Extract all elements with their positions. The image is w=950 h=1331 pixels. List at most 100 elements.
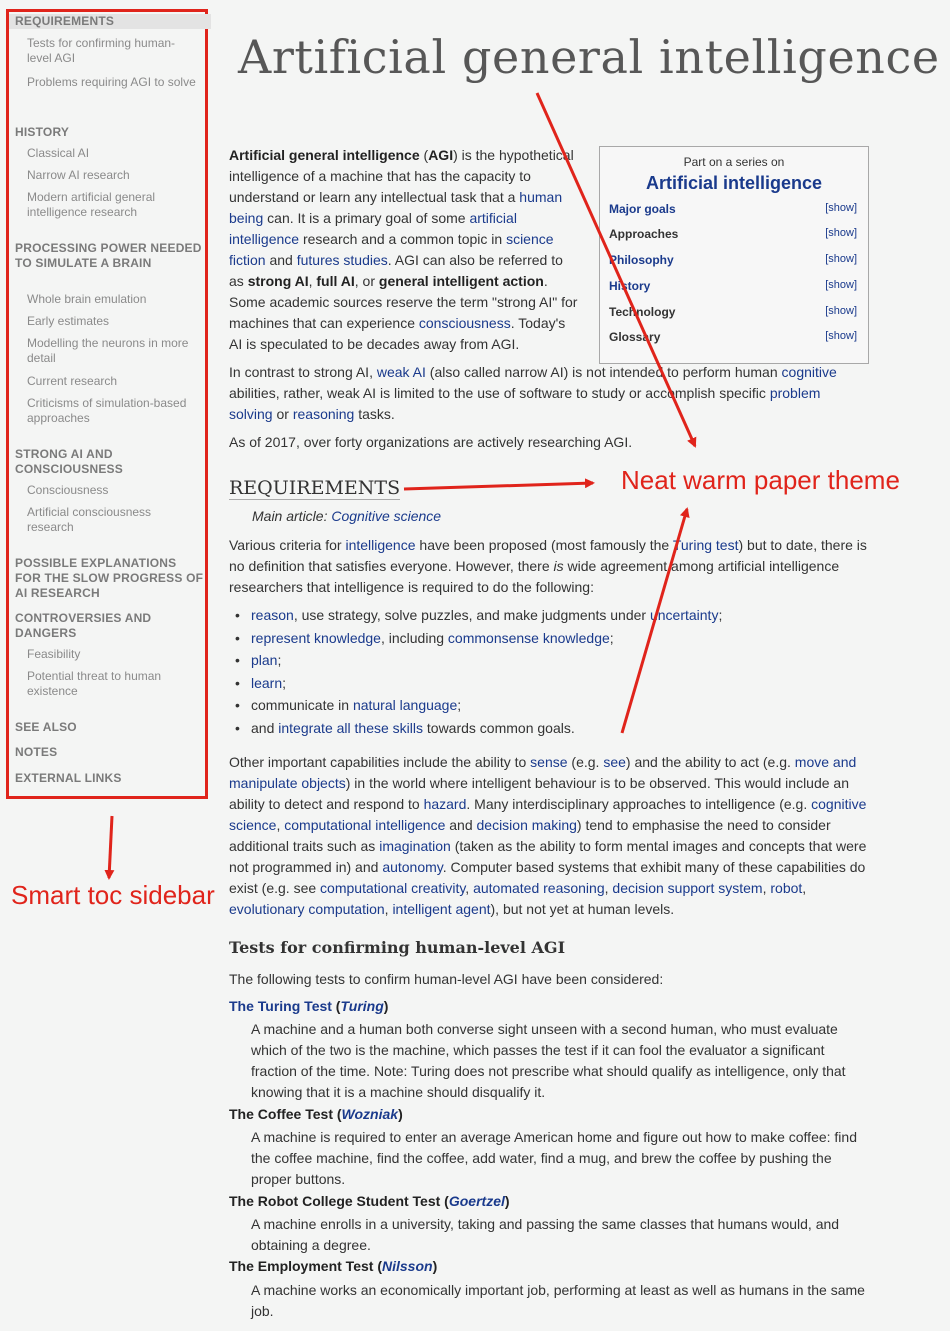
requirement-link[interactable]: reason [251,607,294,623]
link-sense[interactable]: sense [530,754,567,770]
paren: ( [440,1193,449,1209]
requirement-text: towards common goals. [423,719,575,736]
link-cognitive-science[interactable]: Cognitive science [331,508,441,524]
toc-subsection-tests-for-confirming-human-level-agi[interactable]: Tests for confirming human-level AGI [9,36,205,66]
link-artificial-intelligence[interactable]: artificial intelligence [229,210,517,247]
paren: ) [504,1193,510,1209]
requirement-text: ; [718,607,723,623]
test-term: The Coffee Test (Wozniak) [229,1106,403,1122]
toc-section-see-also[interactable]: SEE ALSO [9,720,211,735]
link-intelligence[interactable]: intelligence [345,537,415,553]
requirement-text: and [251,719,279,736]
test-author-link[interactable]: Turing [340,998,383,1014]
test-description: A machine is required to enter an averag… [251,1129,857,1187]
infobox-show-toggle[interactable]: [show] [825,253,857,265]
requirement-text: ; [277,652,282,668]
test-name: The Employment Test [229,1258,374,1274]
infobox-row-label[interactable]: Philosophy [609,253,674,267]
infobox-row-history: History [show] [609,279,857,293]
arrow-to-theme-label [403,478,595,491]
test-name: The Robot College Student Test [229,1193,441,1209]
toc-section-notes[interactable]: NOTES [9,745,211,760]
infobox-show-toggle[interactable]: [show] [825,279,857,291]
paren: ) [383,998,389,1014]
link-computational-creativity[interactable]: computational creativity [320,880,465,896]
capabilities-paragraph: Other important capabilities include the… [229,754,867,917]
toc-subsection-artificial-consciousness-research[interactable]: Artificial consciousness research [9,505,205,535]
requirement-text: , use strategy, solve puzzles, and make … [293,607,650,623]
link-decision-support-system[interactable]: decision support system [612,880,762,896]
toc-subsection-whole-brain-emulation[interactable]: Whole brain emulation [9,292,205,307]
link-hazard[interactable]: hazard [424,796,467,812]
infobox-row-label[interactable]: History [609,279,650,293]
annotation-toc-label: Smart toc sidebar [11,880,215,910]
infobox-row-philosophy: Philosophy [show] [609,253,857,267]
intro-paragraph-1: Artificial general intelligence (AGI) is… [229,147,578,352]
infobox-title[interactable]: Artificial intelligence [600,173,868,194]
toc-section-history[interactable]: HISTORY [9,125,211,140]
link-autonomy[interactable]: autonomy [382,859,442,875]
link-weak-ai[interactable]: weak AI [377,364,426,380]
toc-subsection-early-estimates[interactable]: Early estimates [9,314,205,329]
paren: ) [398,1106,403,1122]
link-automated-reasoning[interactable]: automated reasoning [473,880,605,896]
toc-subsection-consciousness[interactable]: Consciousness [9,483,205,498]
toc-subsection-classical-ai[interactable]: Classical AI [9,146,205,161]
test-author-link[interactable]: Wozniak [342,1106,399,1122]
link-consciousness[interactable]: consciousness [419,315,511,331]
link-decision-making[interactable]: decision making [477,817,577,833]
link-see[interactable]: see [603,754,626,770]
toc-subsection-problems-requiring-agi-to-solve[interactable]: Problems requiring AGI to solve [9,75,205,90]
requirement-text: ; [609,629,614,646]
requirement-item: communicate in natural language; [233,694,722,717]
infobox-show-toggle[interactable]: [show] [825,330,857,342]
toc-section-external-links[interactable]: EXTERNAL LINKS [9,771,211,786]
test-description: A machine enrolls in a university, takin… [251,1216,840,1253]
infobox-show-toggle[interactable]: [show] [825,305,857,317]
toc-section-controversies-and-dangers[interactable]: CONTROVERSIES AND DANGERS [9,611,211,641]
toc-section-strong-ai-and-consciousness[interactable]: STRONG AI AND CONSCIOUSNESS [9,447,211,477]
requirement-link[interactable]: natural language [353,697,457,713]
requirement-link[interactable]: learn [251,675,282,691]
requirement-link[interactable]: represent knowledge [251,630,381,646]
link-intelligent-agent[interactable]: intelligent agent [392,901,490,917]
infobox-row-glossary: Glossary [show] [609,330,857,344]
link-robot[interactable]: robot [770,880,802,896]
annotation-theme-label: Neat warm paper theme [621,465,900,495]
toc-subsection-modelling-the-neurons-in-more-detail[interactable]: Modelling the neurons in more detail [9,336,205,366]
requirement-link[interactable]: commonsense knowledge [448,630,610,646]
requirement-text: ; [282,674,287,691]
link-imagination[interactable]: imagination [379,838,451,854]
infobox-row-label[interactable]: Major goals [609,202,676,216]
toc-section-possible-explanations-for-the-slow-progress-of-ai-research[interactable]: POSSIBLE EXPLANATIONS FOR THE SLOW PROGR… [9,556,211,601]
toc-subsection-modern-artificial-general-intelligence-research[interactable]: Modern artificial general intelligence r… [9,190,205,220]
toc-subsection-current-research[interactable]: Current research [9,374,205,389]
toc-subsection-potential-threat-to-human-existence[interactable]: Potential threat to human existence [9,669,205,699]
link-computational-intelligence[interactable]: computational intelligence [284,817,445,833]
toc-section-processing-power-needed-to-simulate-a-brain[interactable]: PROCESSING POWER NEEDED TO SIMULATE A BR… [9,241,211,271]
requirement-link[interactable]: integrate all these skills [278,720,423,736]
link-reasoning[interactable]: reasoning [293,406,355,422]
link-futures-studies[interactable]: futures studies [297,252,388,268]
infobox-show-toggle[interactable]: [show] [825,227,857,239]
toc-subsection-criticisms-of-simulation-based-approaches[interactable]: Criticisms of simulation-based approache… [9,396,205,426]
test-term: The Turing Test (Turing) [229,998,388,1014]
infobox-show-toggle[interactable]: [show] [825,202,857,214]
requirement-link[interactable]: uncertainty [650,607,718,623]
link-evolutionary-computation[interactable]: evolutionary computation [229,901,385,917]
test-name[interactable]: The Turing Test [229,998,332,1014]
test-author-link[interactable]: Nilsson [382,1258,433,1274]
hatnote-main-article: Main article: Cognitive science [252,508,442,524]
link-cognitive[interactable]: cognitive [782,364,837,380]
toc-subsection-feasibility[interactable]: Feasibility [9,647,205,662]
test-author-link[interactable]: Goertzel [449,1193,505,1209]
requirement-text: ; [457,697,462,713]
link-turing-test[interactable]: Turing test [673,537,739,553]
toc-subsection-narrow-ai-research[interactable]: Narrow AI research [9,168,205,183]
test-term: The Employment Test (Nilsson) [229,1258,437,1274]
infobox-row-technology: Technology [show] [609,305,857,319]
toc-section-requirements[interactable]: REQUIREMENTS [9,14,211,29]
paren: ) [432,1258,438,1274]
infobox-ai-series: Part on a series on Artificial intellige… [599,146,869,364]
requirement-link[interactable]: plan [251,652,277,668]
